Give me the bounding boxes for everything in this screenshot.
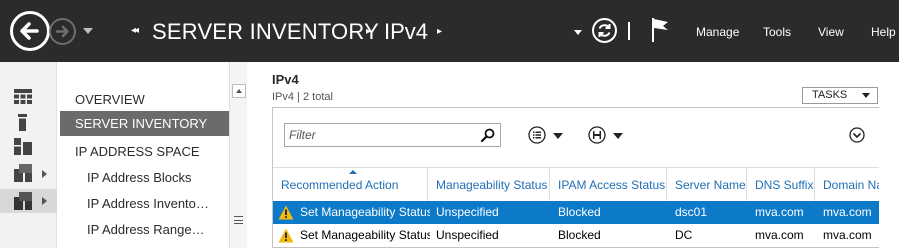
table-header: Recommended Action Manageability Status … [273, 167, 879, 203]
cell-ipam-access-status: Blocked [558, 205, 601, 219]
tasks-dropdown-icon [862, 93, 870, 98]
column-server-name[interactable]: Server Name [667, 168, 747, 202]
all-servers-icon[interactable] [14, 138, 32, 155]
cell-ipam-access-status: Blocked [558, 228, 601, 242]
cell-manageability-status: Unspecified [436, 228, 499, 242]
title-bar: ◂◂ SERVER INVENTORY ▸ IPv4 ▸ Manage Tool… [0, 0, 899, 62]
flag-icon[interactable] [650, 17, 670, 43]
search-icon[interactable] [481, 128, 495, 142]
save-query-icon[interactable] [588, 126, 606, 144]
breadcrumb-dropdown-icon[interactable] [574, 30, 582, 35]
refresh-icon [598, 24, 611, 37]
menu-view[interactable]: View [818, 25, 844, 39]
dashboard-icon[interactable] [14, 89, 32, 104]
column-domain-name[interactable]: Domain Na [815, 168, 879, 202]
server-inventory-tile: Recommended Action Manageability Status … [272, 107, 879, 248]
save-query-dropdown-icon[interactable] [613, 133, 623, 139]
nav-ip-address-inventory[interactable]: IP Address Invento… [87, 196, 209, 211]
history-dropdown-icon[interactable] [83, 28, 93, 34]
column-label: Manageability Status [436, 178, 548, 192]
expand-file-services-icon[interactable] [42, 170, 47, 178]
back-arrow-icon [20, 22, 39, 40]
forward-button[interactable] [49, 18, 76, 45]
menu-help[interactable]: Help [871, 25, 896, 39]
column-recommended-action[interactable]: Recommended Action [273, 168, 428, 202]
forward-arrow-icon [55, 25, 69, 38]
refresh-button[interactable] [592, 18, 617, 43]
ipam-icon [14, 192, 32, 210]
table-row[interactable]: Set Manageability Status Unspecified Blo… [273, 224, 879, 247]
column-ipam-access-status[interactable]: IPAM Access Status [550, 168, 667, 202]
back-button[interactable] [10, 11, 50, 51]
column-label: IPAM Access Status [558, 178, 666, 192]
breadcrumb-server-inventory[interactable]: SERVER INVENTORY [152, 19, 379, 45]
nav-ip-address-space[interactable]: IP ADDRESS SPACE [75, 144, 200, 159]
page-subtitle: IPv4 | 2 total [272, 91, 333, 103]
cell-domain-name: mva.com [823, 205, 872, 219]
page-title: IPv4 [272, 72, 299, 87]
server-manager-window: ◂◂ SERVER INVENTORY ▸ IPv4 ▸ Manage Tool… [0, 0, 899, 248]
column-dns-suffix[interactable]: DNS Suffix [747, 168, 815, 202]
menu-tools[interactable]: Tools [763, 25, 791, 39]
nav-ip-address-ranges[interactable]: IP Address Range… [87, 222, 205, 237]
cell-domain-name: mva.com [823, 228, 872, 242]
pane-resize-grip[interactable] [234, 216, 243, 224]
navigation-rail [0, 62, 57, 248]
list-options-dropdown-icon[interactable] [553, 133, 563, 139]
nav-server-inventory[interactable]: SERVER INVENTORY [60, 111, 229, 136]
sort-ascending-icon [349, 170, 357, 174]
cell-recommended-action: Set Manageability Status [300, 205, 430, 219]
filter-box[interactable] [284, 123, 501, 147]
nav-overview[interactable]: OVERVIEW [75, 92, 145, 107]
tasks-label: TASKS [812, 89, 848, 101]
cell-manageability-status: Unspecified [436, 205, 499, 219]
file-services-icon[interactable] [14, 164, 32, 182]
breadcrumb-back-marker[interactable]: ◂◂ [131, 25, 139, 36]
column-label: Domain Na [823, 178, 879, 192]
expand-section-icon[interactable] [849, 127, 865, 143]
breadcrumb-ipv4[interactable]: IPv4 [384, 19, 428, 45]
column-manageability-status[interactable]: Manageability Status [428, 168, 550, 202]
local-server-icon[interactable] [18, 114, 27, 131]
breadcrumb-next-icon[interactable]: ▸ [437, 26, 442, 37]
cell-server-name: DC [675, 228, 693, 242]
filter-input[interactable] [285, 124, 475, 146]
ipam-navigation-pane: OVERVIEW SERVER INVENTORY IP ADDRESS SPA… [57, 62, 229, 248]
nav-scrollbar[interactable] [229, 62, 247, 248]
main-content: IPv4 IPv4 | 2 total TASKS Filter Recomme… [247, 62, 899, 248]
list-options-icon[interactable] [528, 126, 546, 144]
cell-recommended-action: Set Manageability Status [300, 228, 430, 242]
expand-ipam-icon[interactable] [42, 197, 47, 205]
column-label: Recommended Action [281, 178, 399, 192]
menu-manage[interactable]: Manage [696, 25, 739, 39]
breadcrumb-separator-icon: ▸ [366, 26, 372, 37]
ipam-nav-item[interactable] [0, 189, 57, 213]
scroll-up-button[interactable] [232, 84, 246, 98]
column-label: DNS Suffix [755, 178, 814, 192]
nav-ip-address-blocks[interactable]: IP Address Blocks [87, 170, 192, 185]
table-row[interactable]: Set Manageability Status Unspecified Blo… [273, 201, 879, 224]
tasks-button[interactable]: TASKS [802, 87, 878, 104]
toolbar-divider [628, 22, 630, 40]
cell-dns-suffix: mva.com [755, 205, 804, 219]
cell-server-name: dsc01 [675, 205, 708, 219]
column-label: Server Name [675, 178, 746, 192]
cell-dns-suffix: mva.com [755, 228, 804, 242]
